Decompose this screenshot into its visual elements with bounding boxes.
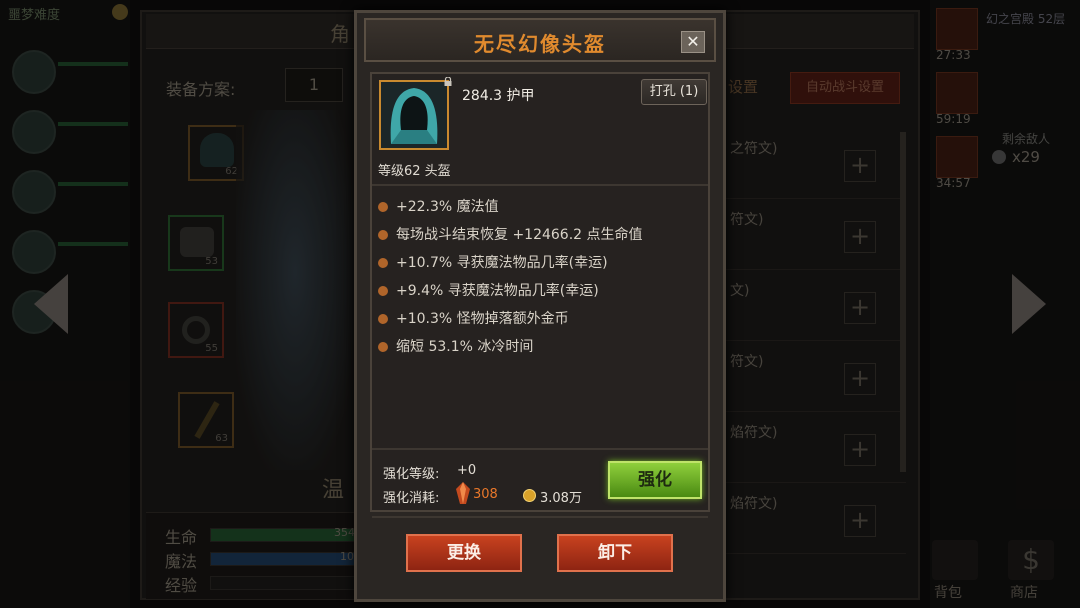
close-button[interactable]: ✕ [681, 31, 705, 53]
item-icon [379, 80, 449, 150]
affix-text: +10.3% 怪物掉落额外金币 [396, 311, 569, 327]
bullet-icon [378, 258, 388, 268]
gem-icon [456, 482, 470, 504]
gold-coin-icon [523, 489, 536, 502]
affix-text: 每场战斗结束恢复 +12466.2 点生命值 [396, 227, 643, 243]
affix-line: +10.7% 寻获魔法物品几率(幸运) [378, 252, 608, 272]
bullet-icon [378, 314, 388, 324]
item-level-type: 等级62 头盔 [378, 164, 451, 179]
bullet-icon [378, 342, 388, 352]
gold-cost: 3.08万 [540, 491, 582, 506]
affix-line: 缩短 53.1% 冰冷时间 [378, 336, 533, 356]
item-title: 无尽幻像头盔 [474, 32, 606, 56]
affix-text: +10.7% 寻获魔法物品几率(幸运) [396, 255, 608, 271]
socket-button[interactable]: 打孔 (1) [641, 79, 707, 105]
enhance-cost-label: 强化消耗: [383, 491, 440, 506]
enhance-level-label: 强化等级: [383, 467, 440, 482]
unequip-button[interactable]: 卸下 [557, 534, 673, 572]
affix-line: +10.3% 怪物掉落额外金币 [378, 308, 569, 328]
affix-text: +9.4% 寻获魔法物品几率(幸运) [396, 283, 599, 299]
bullet-icon [378, 230, 388, 240]
affix-line: +9.4% 寻获魔法物品几率(幸运) [378, 280, 599, 300]
affix-line: 每场战斗结束恢复 +12466.2 点生命值 [378, 224, 643, 244]
divider [372, 516, 708, 518]
lock-icon[interactable] [443, 77, 453, 86]
close-icon: ✕ [686, 32, 700, 51]
hood-icon [381, 82, 447, 148]
divider [372, 448, 708, 450]
bullet-icon [378, 286, 388, 296]
enhance-button[interactable]: 强化 [608, 461, 702, 499]
bullet-icon [378, 202, 388, 212]
armor-value: 284.3 护甲 [462, 88, 535, 104]
affix-text: +22.3% 魔法值 [396, 199, 499, 215]
affix-line: +22.3% 魔法值 [378, 196, 499, 216]
affix-text: 缩短 53.1% 冰冷时间 [396, 339, 534, 355]
gem-cost: 308 [473, 487, 498, 502]
divider [372, 184, 708, 186]
replace-button[interactable]: 更换 [406, 534, 522, 572]
enhance-level-value: +0 [457, 463, 477, 478]
